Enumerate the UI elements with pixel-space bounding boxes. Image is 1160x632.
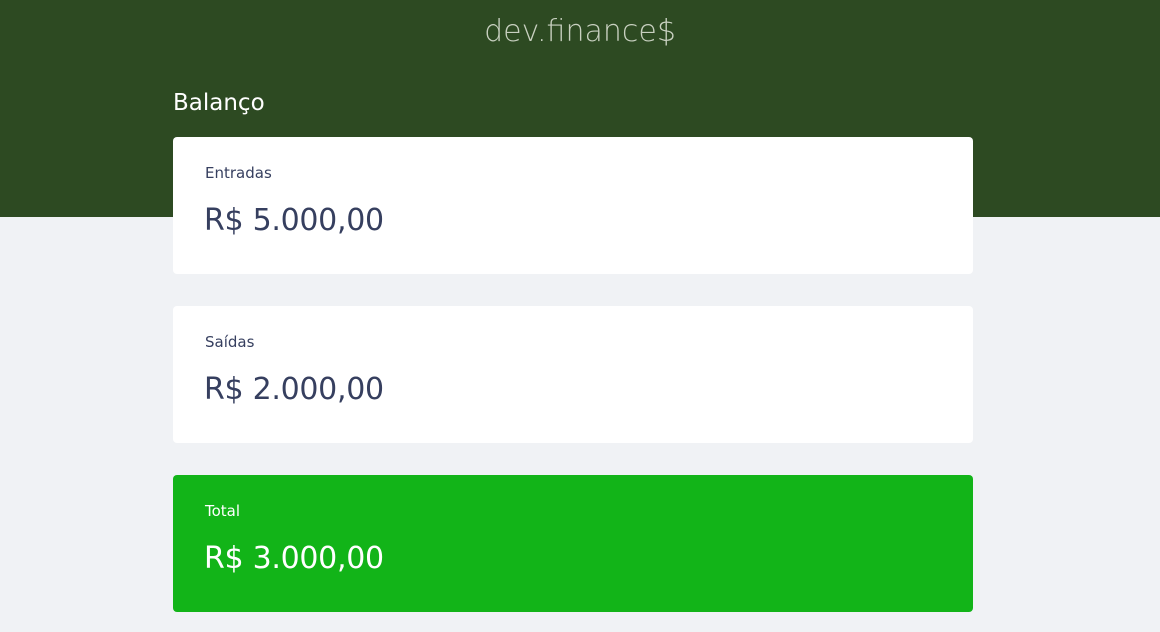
income-label: Entradas: [205, 164, 272, 182]
expense-label: Saídas: [205, 333, 255, 351]
app-logo: dev.finance$: [484, 14, 676, 49]
total-value: R$ 3.000,00: [204, 541, 384, 576]
total-card: Total R$ 3.000,00: [173, 475, 973, 612]
expense-card: Saídas R$ 2.000,00: [173, 306, 973, 443]
expense-value: R$ 2.000,00: [204, 372, 384, 407]
total-label: Total: [205, 502, 241, 520]
income-value: R$ 5.000,00: [204, 203, 384, 238]
balance-title: Balanço: [173, 90, 265, 116]
income-card: Entradas R$ 5.000,00: [173, 137, 973, 274]
